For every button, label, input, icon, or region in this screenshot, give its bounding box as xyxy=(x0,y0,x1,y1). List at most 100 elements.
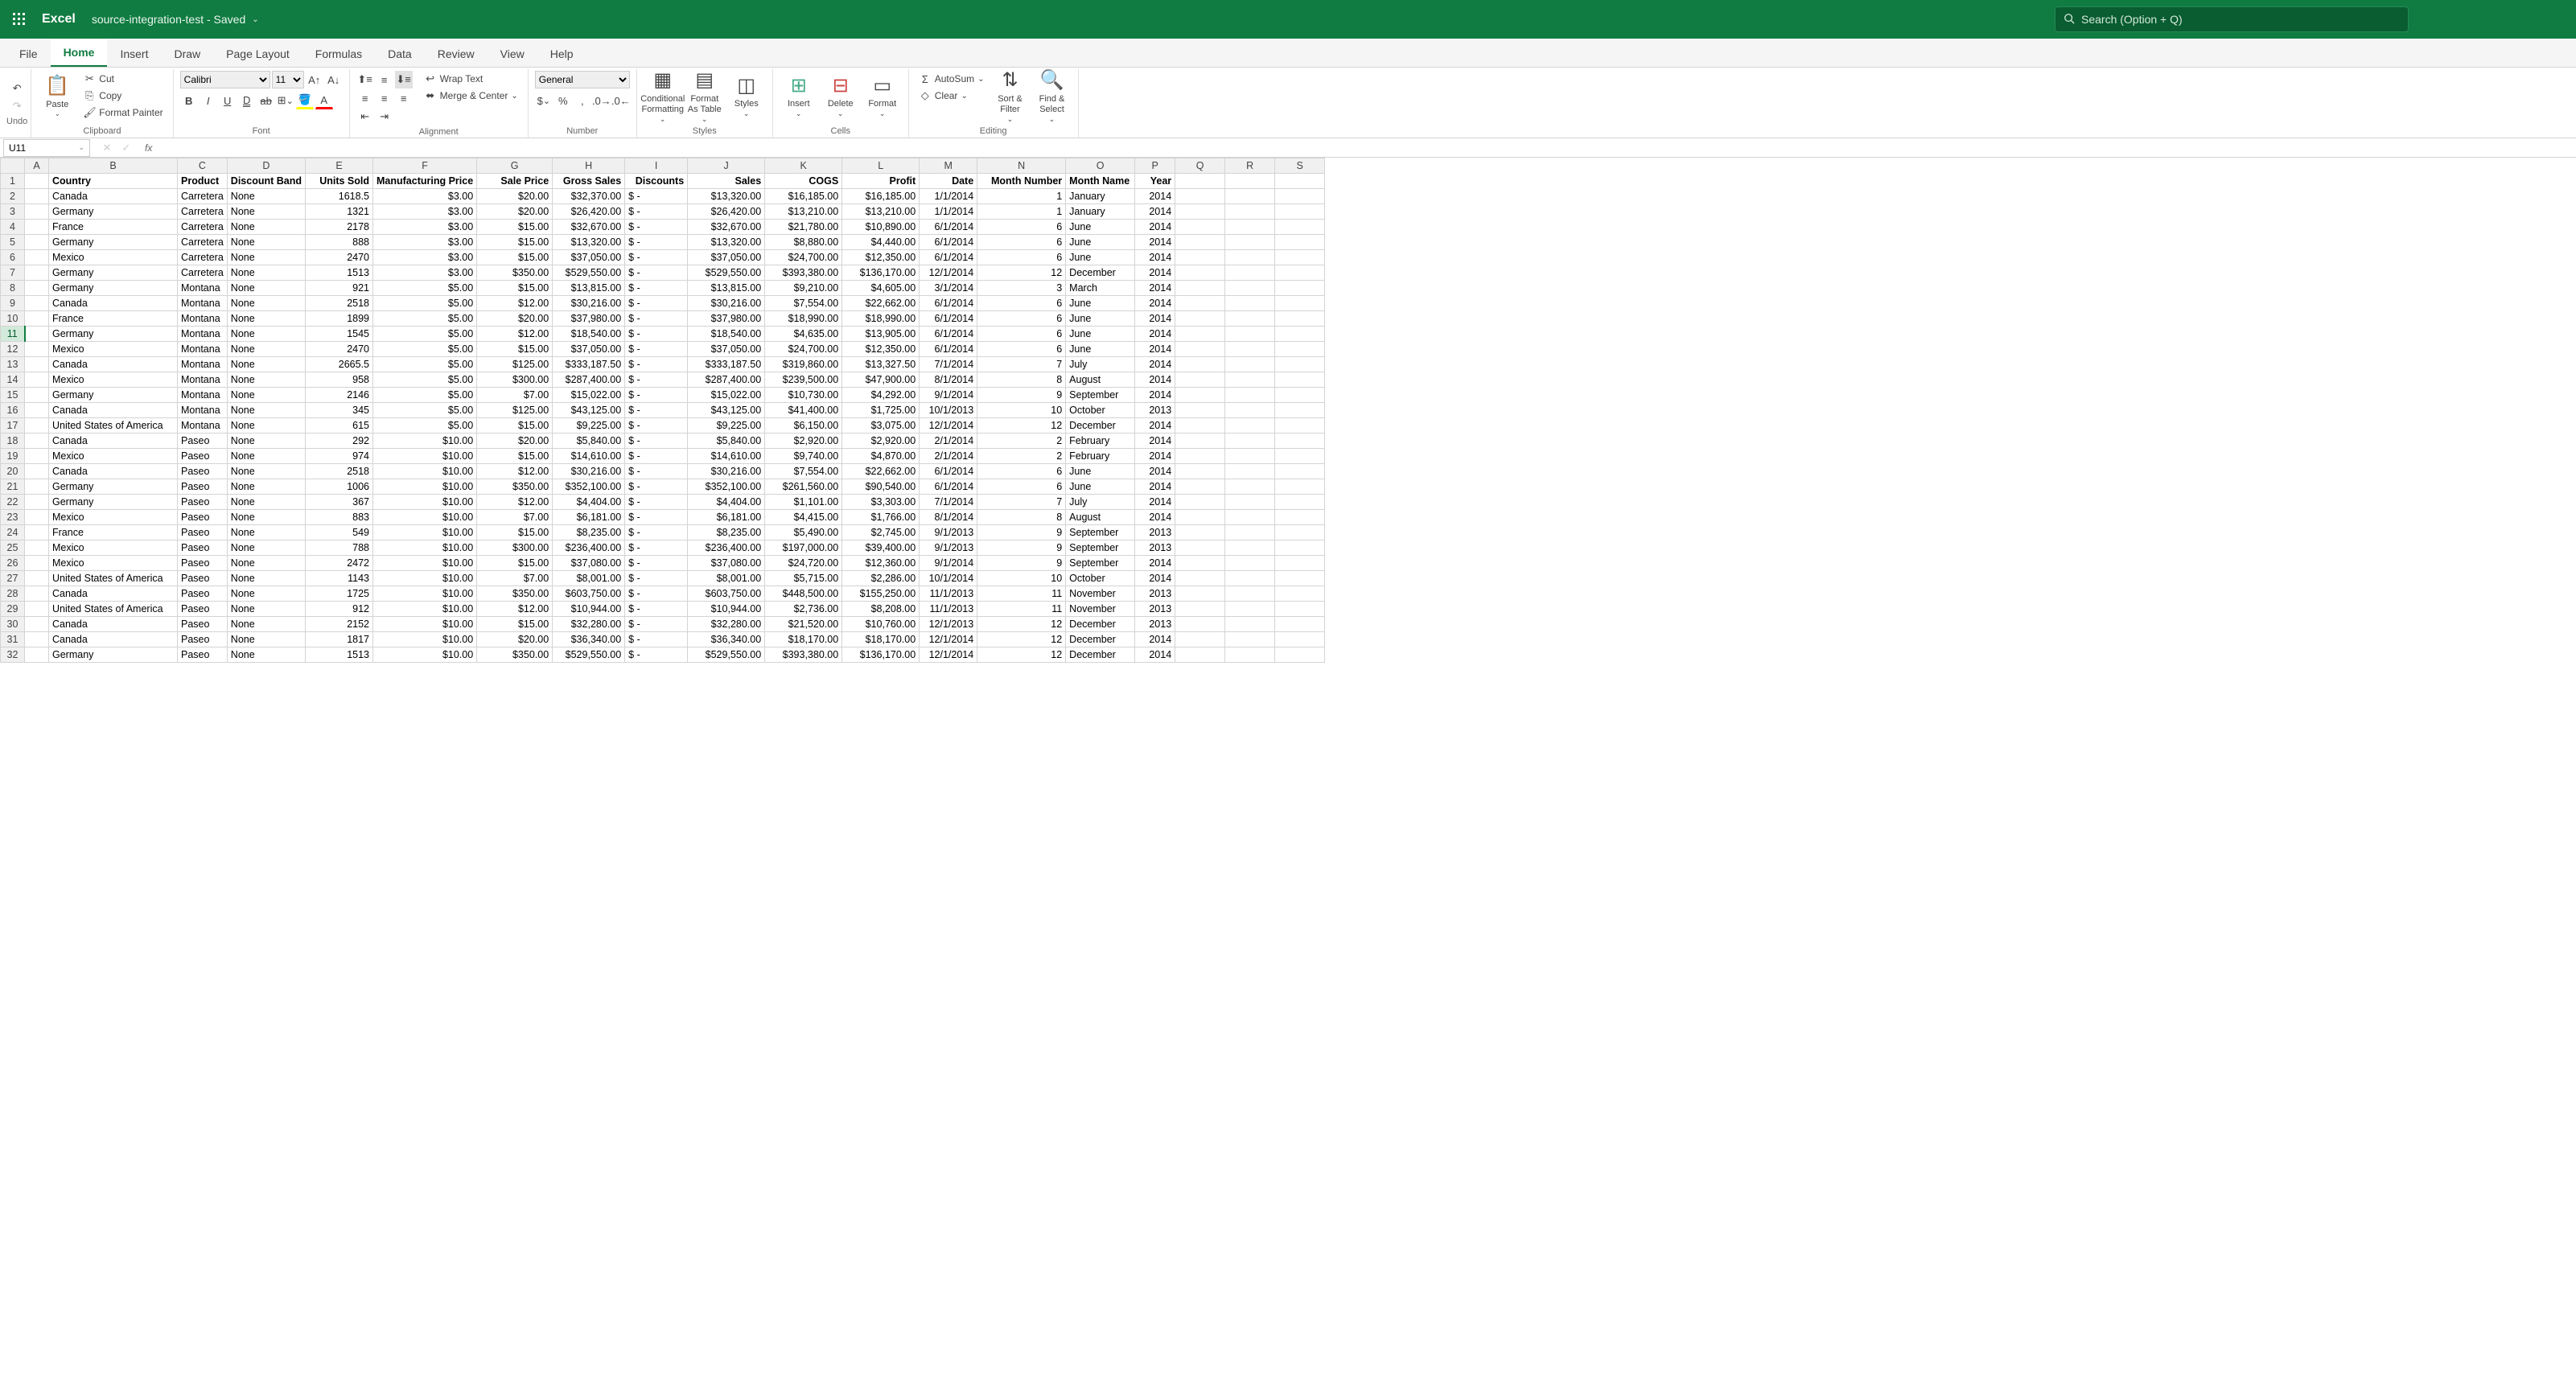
cell[interactable]: 2014 xyxy=(1135,311,1175,327)
cell[interactable] xyxy=(1175,220,1225,235)
cell[interactable]: 12 xyxy=(977,617,1066,632)
cell[interactable]: June xyxy=(1066,327,1135,342)
cell[interactable]: 10 xyxy=(977,403,1066,418)
format-painter-button[interactable]: 🖌Format Painter xyxy=(80,105,166,121)
cell[interactable] xyxy=(1175,556,1225,571)
cell[interactable]: United States of America xyxy=(49,602,178,617)
cell[interactable]: 6 xyxy=(977,342,1066,357)
cell[interactable] xyxy=(25,403,49,418)
cell[interactable]: $393,380.00 xyxy=(765,265,842,281)
copy-button[interactable]: ⎘Copy xyxy=(80,88,166,104)
cell[interactable]: None xyxy=(227,647,305,663)
underline-button[interactable]: U xyxy=(219,92,237,109)
cell[interactable]: None xyxy=(227,388,305,403)
cell[interactable]: Mexico xyxy=(49,449,178,464)
cell[interactable]: January xyxy=(1066,204,1135,220)
cell[interactable] xyxy=(25,479,49,495)
row-header-2[interactable]: 2 xyxy=(1,189,25,204)
cell[interactable]: $9,210.00 xyxy=(765,281,842,296)
cell[interactable]: $7,554.00 xyxy=(765,296,842,311)
cell[interactable]: June xyxy=(1066,311,1135,327)
cell[interactable]: $20.00 xyxy=(477,632,553,647)
cell[interactable]: Paseo xyxy=(178,647,228,663)
cell[interactable]: 2014 xyxy=(1135,204,1175,220)
cell[interactable] xyxy=(1275,571,1325,586)
cell-styles-button[interactable]: ◫Styles⌄ xyxy=(727,71,766,122)
cell[interactable]: $136,170.00 xyxy=(842,647,920,663)
row-header-11[interactable]: 11 xyxy=(1,327,25,342)
align-right-button[interactable]: ≡ xyxy=(395,89,413,107)
cell[interactable]: 2014 xyxy=(1135,479,1175,495)
cell[interactable] xyxy=(1275,388,1325,403)
cell[interactable]: $30,216.00 xyxy=(688,464,765,479)
cell[interactable] xyxy=(25,281,49,296)
cell[interactable]: Canada xyxy=(49,464,178,479)
cell[interactable]: 2/1/2014 xyxy=(920,434,977,449)
cell[interactable]: None xyxy=(227,311,305,327)
cell[interactable]: December xyxy=(1066,617,1135,632)
cell[interactable] xyxy=(1275,617,1325,632)
cell[interactable]: 6 xyxy=(977,479,1066,495)
cell[interactable]: $10.00 xyxy=(373,556,477,571)
cell[interactable]: $10.00 xyxy=(373,510,477,525)
cell[interactable] xyxy=(25,510,49,525)
row-header-16[interactable]: 16 xyxy=(1,403,25,418)
cell[interactable]: 2014 xyxy=(1135,296,1175,311)
cell[interactable]: $10.00 xyxy=(373,540,477,556)
column-header-N[interactable]: N xyxy=(977,158,1066,174)
cell[interactable]: $350.00 xyxy=(477,265,553,281)
cell[interactable]: Germany xyxy=(49,265,178,281)
cell[interactable]: 1725 xyxy=(306,586,373,602)
cell[interactable]: 2470 xyxy=(306,250,373,265)
cell[interactable]: $12.00 xyxy=(477,464,553,479)
cell[interactable]: 9 xyxy=(977,388,1066,403)
cell[interactable]: $43,125.00 xyxy=(688,403,765,418)
cell[interactable]: COGS xyxy=(765,174,842,189)
cell[interactable] xyxy=(1225,571,1275,586)
cell[interactable]: 6/1/2014 xyxy=(920,250,977,265)
cell[interactable]: 2518 xyxy=(306,296,373,311)
cell[interactable]: $39,400.00 xyxy=(842,540,920,556)
cell[interactable]: $6,181.00 xyxy=(553,510,625,525)
cell[interactable]: $ - xyxy=(625,495,688,510)
cell[interactable]: 6/1/2014 xyxy=(920,479,977,495)
cell[interactable]: 2014 xyxy=(1135,449,1175,464)
cell[interactable] xyxy=(1275,174,1325,189)
cell[interactable]: 1513 xyxy=(306,265,373,281)
cell[interactable]: 12 xyxy=(977,647,1066,663)
cell[interactable]: None xyxy=(227,281,305,296)
column-header-C[interactable]: C xyxy=(178,158,228,174)
cell[interactable] xyxy=(25,357,49,372)
clear-button[interactable]: ◇Clear ⌄ xyxy=(916,88,988,104)
align-center-button[interactable]: ≡ xyxy=(376,89,393,107)
cell[interactable]: Paseo xyxy=(178,540,228,556)
cell[interactable]: $47,900.00 xyxy=(842,372,920,388)
row-header-12[interactable]: 12 xyxy=(1,342,25,357)
cell[interactable]: $136,170.00 xyxy=(842,265,920,281)
cell[interactable] xyxy=(1175,464,1225,479)
cell[interactable]: $18,540.00 xyxy=(688,327,765,342)
cell[interactable] xyxy=(1275,250,1325,265)
cell[interactable] xyxy=(25,311,49,327)
cell[interactable]: August xyxy=(1066,510,1135,525)
cell[interactable] xyxy=(1275,495,1325,510)
cell[interactable]: 1 xyxy=(977,189,1066,204)
search-box[interactable] xyxy=(2055,6,2409,32)
cell[interactable]: $2,920.00 xyxy=(765,434,842,449)
cell[interactable]: Germany xyxy=(49,235,178,250)
cell[interactable] xyxy=(1275,235,1325,250)
cell[interactable]: 2014 xyxy=(1135,434,1175,449)
cell[interactable]: March xyxy=(1066,281,1135,296)
cell[interactable] xyxy=(25,556,49,571)
cell[interactable]: $ - xyxy=(625,327,688,342)
cell[interactable]: 2013 xyxy=(1135,586,1175,602)
cell[interactable]: $ - xyxy=(625,571,688,586)
cell[interactable] xyxy=(1225,617,1275,632)
cell[interactable] xyxy=(1175,525,1225,540)
cell[interactable]: 2 xyxy=(977,449,1066,464)
cell[interactable]: France xyxy=(49,311,178,327)
cell[interactable]: $4,635.00 xyxy=(765,327,842,342)
cell[interactable]: $5.00 xyxy=(373,342,477,357)
row-header-6[interactable]: 6 xyxy=(1,250,25,265)
cell[interactable]: 9/1/2013 xyxy=(920,540,977,556)
